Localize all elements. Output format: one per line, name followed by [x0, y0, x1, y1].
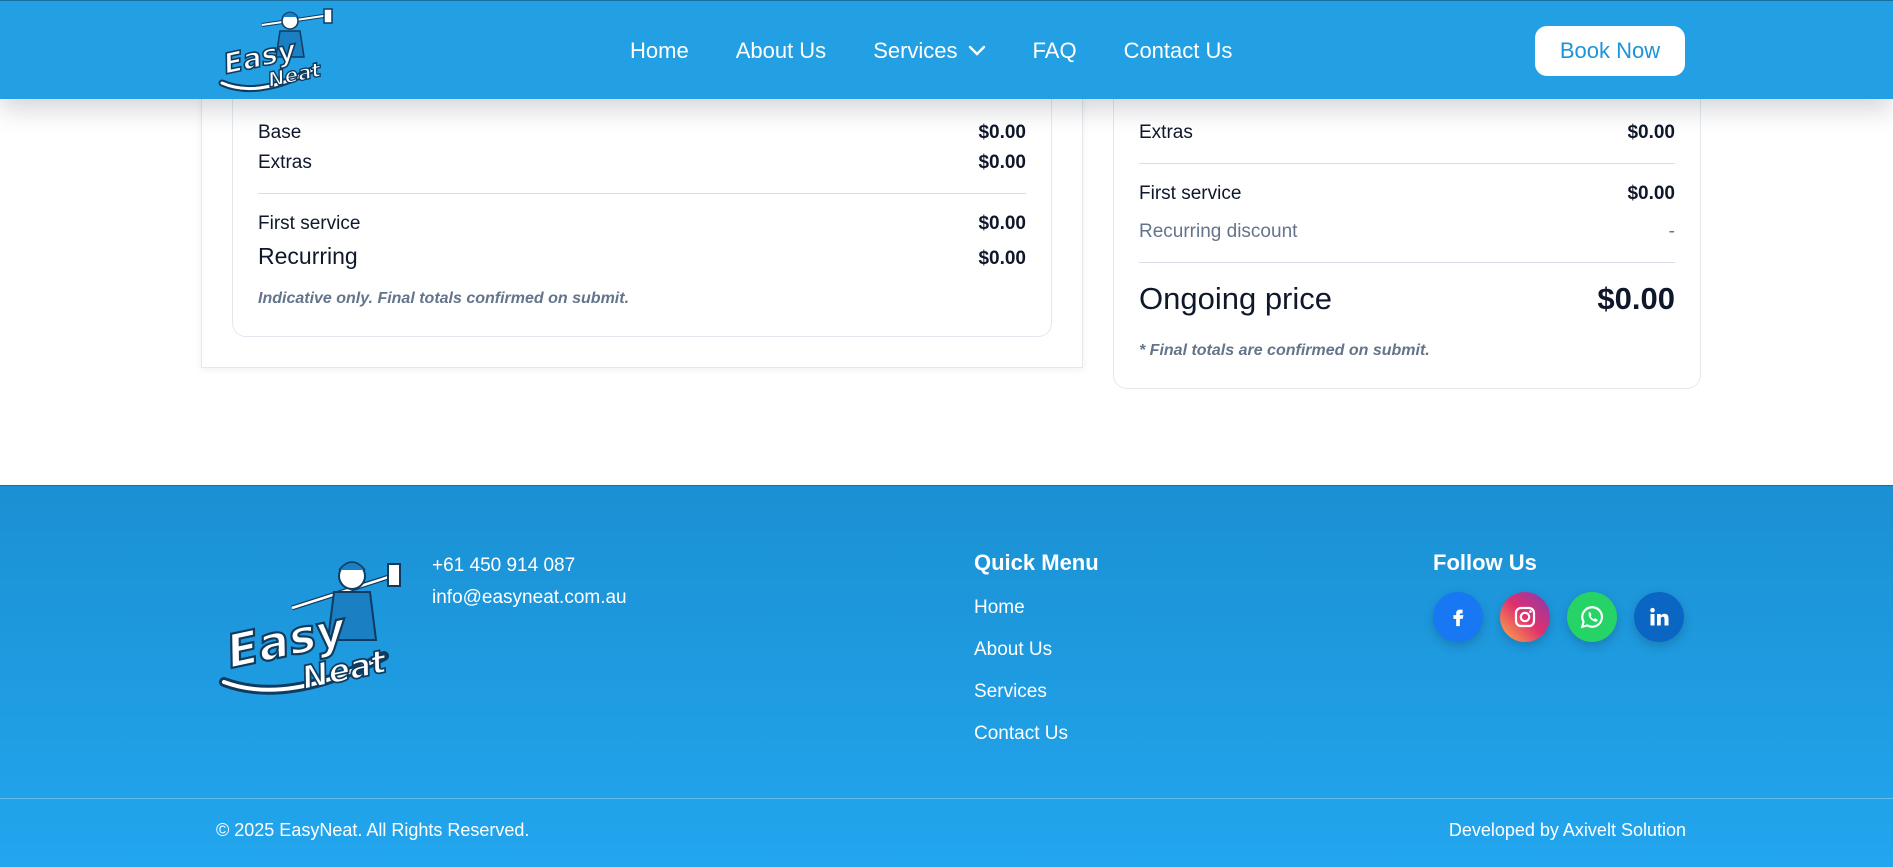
ongoing-price-value: $0.00: [1597, 281, 1675, 316]
base-row: Base $0.00: [258, 122, 1026, 144]
quick-menu-heading: Quick Menu: [974, 550, 1099, 575]
nav-home[interactable]: Home: [630, 38, 689, 64]
footer-email[interactable]: info@easyneat.com.au: [432, 587, 627, 609]
instagram-icon: [1514, 606, 1536, 628]
right-extras-row: Extras $0.00: [1139, 122, 1675, 144]
nav-contact-us[interactable]: Contact Us: [1124, 38, 1233, 64]
first-service-label: First service: [258, 213, 361, 234]
chevron-down-icon: [968, 45, 985, 56]
nav-faq-label: FAQ: [1032, 37, 1077, 63]
recurring-discount-value: -: [1668, 221, 1675, 242]
right-extras-label: Extras: [1139, 122, 1193, 143]
footer-link-services[interactable]: Services: [974, 681, 1047, 703]
footer-divider: [0, 798, 1893, 799]
base-value: $0.00: [978, 122, 1026, 143]
main-nav: Home About Us Services FAQ Contact Us: [630, 1, 1279, 100]
nav-services-label: Services: [873, 37, 958, 63]
right-first-service-value: $0.00: [1627, 183, 1675, 204]
site-footer: Easy Neat +61 450 914 087 info@easyneat.…: [0, 485, 1893, 867]
right-divider-2: [1139, 262, 1675, 263]
first-service-value: $0.00: [978, 213, 1026, 234]
copyright-text: © 2025 EasyNeat. All Rights Reserved.: [216, 820, 530, 840]
footer-link-home[interactable]: Home: [974, 597, 1025, 619]
first-service-row: First service $0.00: [258, 213, 1026, 235]
recurring-value: $0.00: [978, 248, 1026, 269]
brand-logo[interactable]: Easy Neat: [218, 7, 336, 93]
base-label: Base: [258, 122, 302, 143]
facebook-icon: [1453, 609, 1464, 627]
whatsapp-button[interactable]: [1567, 592, 1617, 642]
nav-contact-label: Contact Us: [1123, 37, 1233, 63]
nav-home-label: Home: [630, 37, 689, 63]
footer-brand-logo[interactable]: Easy Neat: [218, 556, 408, 701]
follow-us-heading: Follow Us: [1433, 550, 1537, 575]
recurring-discount-row: Recurring discount -: [1139, 221, 1675, 243]
recurring-row: Recurring $0.00: [258, 243, 1026, 270]
whatsapp-icon: [1580, 606, 1604, 629]
right-divider-1: [1139, 163, 1675, 164]
ongoing-price-label: Ongoing price: [1139, 281, 1333, 316]
extras-row: Extras $0.00: [258, 152, 1026, 174]
linkedin-icon: [1650, 607, 1669, 626]
ongoing-price-row: Ongoing price $0.00: [1139, 281, 1675, 317]
recurring-label: Recurring: [258, 243, 358, 269]
right-first-service-row: First service $0.00: [1139, 183, 1675, 205]
right-first-service-label: First service: [1139, 183, 1242, 204]
recurring-discount-label: Recurring discount: [1139, 221, 1298, 242]
site-header: Easy Neat Home About Us Services FAQ Con…: [0, 0, 1893, 99]
linkedin-button[interactable]: [1634, 592, 1684, 642]
extras-label: Extras: [258, 152, 312, 173]
left-divider: [258, 193, 1026, 194]
instagram-button[interactable]: [1500, 592, 1550, 642]
nav-services-dropdown[interactable]: Services: [873, 38, 985, 64]
footer-link-contact-us[interactable]: Contact Us: [974, 723, 1068, 745]
footer-phone[interactable]: +61 450 914 087: [432, 555, 575, 577]
nav-faq[interactable]: FAQ: [1033, 38, 1077, 64]
left-summary-note: Indicative only. Final totals confirmed …: [258, 290, 630, 307]
facebook-button[interactable]: [1433, 592, 1483, 642]
nav-about-label: About Us: [735, 37, 827, 63]
nav-about-us[interactable]: About Us: [736, 38, 827, 64]
right-summary-note: * Final totals are confirmed on submit.: [1139, 342, 1430, 359]
footer-link-about-us[interactable]: About Us: [974, 639, 1052, 661]
developer-credit[interactable]: Developed by Axivelt Solution: [1449, 820, 1686, 841]
book-now-button[interactable]: Book Now: [1535, 26, 1685, 76]
right-extras-value: $0.00: [1627, 122, 1675, 143]
extras-value: $0.00: [978, 152, 1026, 173]
